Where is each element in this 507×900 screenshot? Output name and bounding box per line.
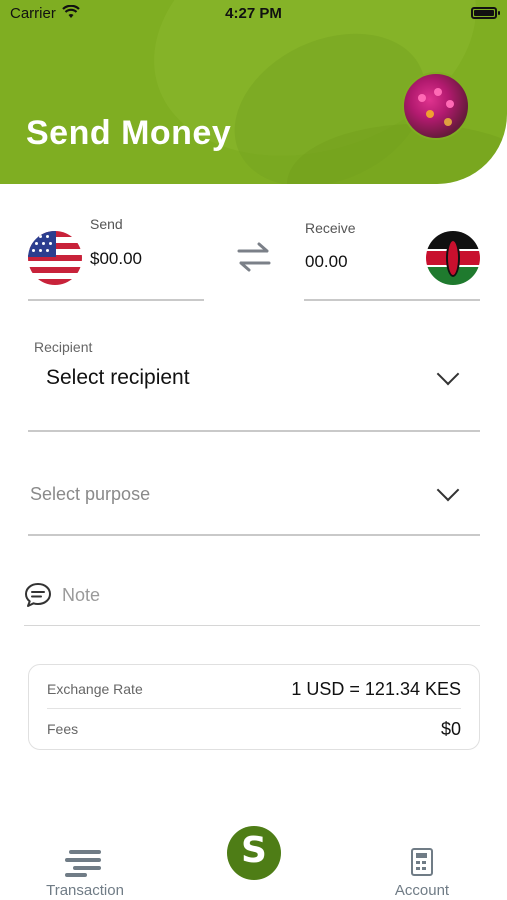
exchange-rate-label: Exchange Rate — [47, 681, 143, 697]
send-label: Send — [90, 216, 123, 232]
rate-info-card: Exchange Rate 1 USD = 121.34 KES Fees $0 — [28, 664, 480, 750]
page-title: Send Money — [26, 114, 232, 152]
nav-account-label: Account — [394, 882, 450, 899]
calculator-icon — [411, 848, 433, 876]
clock: 4:27 PM — [225, 5, 282, 22]
fees-label: Fees — [47, 721, 79, 737]
send-amount-input[interactable]: $00.00 — [90, 249, 142, 269]
fees-value: $0 — [440, 719, 461, 739]
exchange-rate-row: Exchange Rate 1 USD = 121.34 KES — [47, 669, 461, 709]
receive-label: Receive — [305, 220, 356, 236]
list-lines-icon — [65, 850, 105, 877]
nav-home-logo-button[interactable]: S — [227, 826, 281, 880]
status-bar: Carrier 4:27 PM — [0, 0, 507, 28]
swap-icon[interactable] — [235, 240, 273, 274]
avatar[interactable] — [402, 72, 470, 140]
purpose-dropdown[interactable]: Select purpose — [28, 470, 480, 536]
battery-icon — [471, 7, 500, 19]
receive-amount-input[interactable]: 00.00 — [305, 252, 348, 272]
bottom-nav: Transaction S Account — [0, 816, 507, 900]
nav-transaction[interactable]: Transaction — [38, 846, 132, 900]
brand-logo-icon: S — [241, 830, 267, 871]
recipient-label: Recipient — [34, 339, 93, 355]
nav-transaction-label: Transaction — [46, 882, 124, 899]
kenya-flag-icon[interactable] — [426, 231, 480, 285]
note-input[interactable] — [62, 580, 462, 610]
purpose-placeholder: Select purpose — [30, 484, 151, 504]
chat-bubble-icon — [25, 583, 51, 607]
note-field — [24, 572, 480, 626]
chevron-down-icon — [436, 362, 460, 386]
recipient-dropdown[interactable]: Select recipient — [28, 356, 480, 432]
recipient-value: Select recipient — [46, 366, 190, 389]
divider — [304, 299, 480, 301]
chevron-down-icon — [436, 478, 460, 502]
nav-account[interactable]: Account — [384, 846, 460, 900]
us-flag-icon[interactable] — [28, 231, 82, 285]
fees-row: Fees $0 — [47, 709, 461, 749]
divider — [28, 299, 204, 301]
exchange-rate-value: 1 USD = 121.34 KES — [291, 679, 461, 699]
